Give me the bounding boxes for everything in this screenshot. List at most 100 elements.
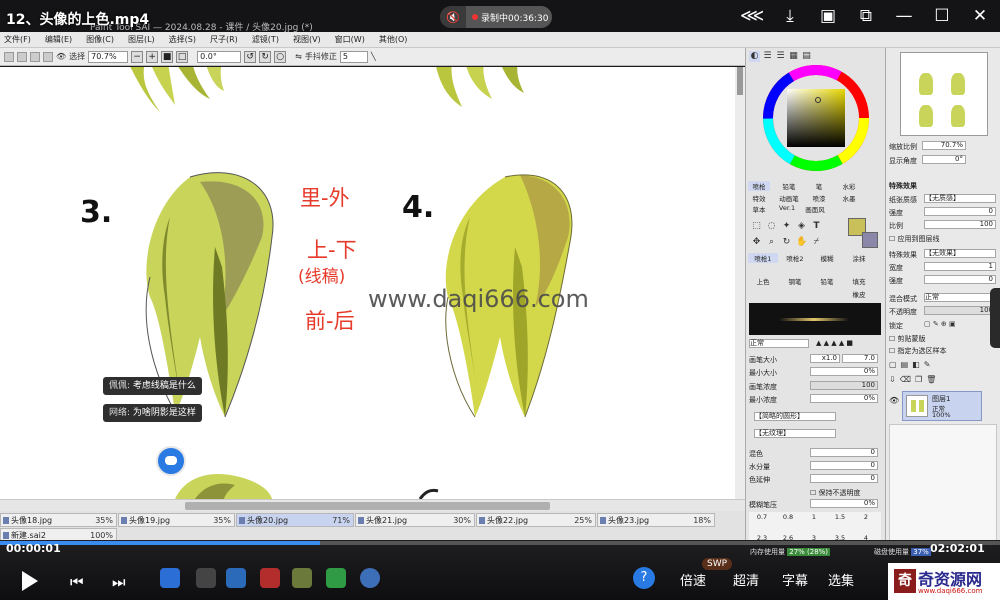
brush-tab[interactable]: 喷枪	[748, 181, 770, 191]
brush-airbrush1[interactable]: 喷枪1	[748, 253, 778, 263]
toolbar-swatch[interactable]	[30, 51, 40, 62]
toolbar-swatch[interactable]	[17, 51, 27, 62]
eye-icon[interactable]: 👁	[56, 52, 66, 61]
chat-button[interactable]	[156, 446, 186, 476]
brush-tab[interactable]: 喷漆	[808, 193, 830, 203]
zoom-in-button[interactable]: +	[146, 50, 159, 63]
brush-airbrush2[interactable]: 喷枪2	[780, 253, 810, 263]
edge-shape-select[interactable]: 【简略的圆形】	[754, 412, 836, 421]
rotation-field[interactable]: 0.0°	[197, 50, 242, 63]
side-panel-handle[interactable]	[990, 288, 1000, 348]
zoom-fit-button[interactable]: □	[176, 50, 189, 63]
size-preset[interactable]: 2	[855, 513, 877, 521]
apply-line-checkbox[interactable]: ☐ 应用到图层线	[889, 234, 940, 244]
stretch-field[interactable]: 0	[810, 474, 878, 483]
clip-mask-checkbox[interactable]: ☐ 剪贴蒙版	[889, 334, 926, 344]
pip-icon[interactable]: ⧉	[854, 4, 878, 28]
menu-edit[interactable]: 编辑(E)	[41, 34, 82, 45]
scratchpad-icon[interactable]: ▤	[801, 51, 812, 62]
tab-avatar23[interactable]: 头像23.jpg 18%	[597, 513, 715, 527]
strength2-field[interactable]: 0	[924, 275, 996, 284]
canvas-vertical-scrollbar[interactable]	[735, 67, 745, 499]
toolbar-swatch[interactable]	[43, 51, 53, 62]
screenshot-icon[interactable]: ▣	[816, 4, 840, 28]
brush-tab[interactable]: 画面风	[802, 204, 828, 214]
layer-mask-icon[interactable]: ◧	[912, 360, 924, 369]
scroll-thumb[interactable]	[737, 67, 743, 95]
size-preset[interactable]: 0.8	[777, 513, 799, 521]
brush-paint[interactable]: 上色	[748, 276, 778, 286]
lock-icons[interactable]: ▢ ✎ ⊕ ▣	[924, 320, 956, 328]
eyedropper-icon[interactable]: ⌿	[811, 237, 822, 248]
brush-blur[interactable]: 模糊	[812, 253, 842, 263]
clear-layer-icon[interactable]: ⌫	[900, 375, 915, 384]
video-progress-bar[interactable]	[0, 541, 1000, 545]
menu-window[interactable]: 窗口(W)	[331, 34, 375, 45]
quality-option[interactable]: 超清	[733, 570, 759, 589]
blend-mode-select[interactable]: 正常	[749, 339, 809, 348]
brush-tab[interactable]: 水墨	[838, 193, 860, 203]
brush-tab[interactable]: 笔	[808, 181, 830, 191]
swatch-icon[interactable]: ▦	[788, 51, 799, 62]
flip-icon[interactable]: ⇋	[295, 52, 302, 61]
keep-opacity-checkbox[interactable]: ☐ 保持不透明度	[810, 488, 861, 498]
text-tool-icon[interactable]: T	[811, 221, 822, 232]
brush-smudge[interactable]: 涂抹	[844, 253, 874, 263]
menu-select[interactable]: 选择(S)	[165, 34, 206, 45]
hand-icon[interactable]: ✋	[796, 237, 807, 248]
rotate-tool-icon[interactable]: ↻	[781, 237, 792, 248]
water-field[interactable]: 0	[810, 461, 878, 470]
rotate-cw-button[interactable]: ↻	[259, 50, 272, 63]
density-field[interactable]: 100	[810, 381, 878, 390]
brush-tab[interactable]: 水彩	[838, 181, 860, 191]
navigator-preview[interactable]	[900, 52, 988, 136]
toolbar-swatch[interactable]	[4, 51, 14, 62]
menu-view[interactable]: 视图(V)	[289, 34, 331, 45]
rotate-reset-button[interactable]: ○	[274, 50, 287, 63]
texture-select[interactable]: 【无纹理】	[754, 429, 836, 438]
tab-avatar20[interactable]: 头像20.jpg 71%	[236, 513, 354, 527]
brush-tab[interactable]: Ver.1	[774, 204, 800, 212]
prev-button[interactable]: ⏮	[70, 573, 84, 591]
taskbar-app-icon[interactable]	[196, 568, 216, 588]
minimize-icon[interactable]: —	[892, 4, 916, 28]
stabilizer-field[interactable]: 5	[339, 50, 368, 63]
zoom-tool-icon[interactable]: ⌕	[766, 237, 777, 248]
menu-image[interactable]: 图像(C)	[82, 34, 124, 45]
duplicate-layer-icon[interactable]: ❐	[915, 375, 926, 384]
merge-down-icon[interactable]: ⇩	[889, 375, 900, 384]
zoom-reset-button[interactable]: ■	[161, 50, 174, 63]
taskbar-app-icon[interactable]	[360, 568, 380, 588]
brush-tab[interactable]: 草本	[748, 204, 770, 214]
rotate-ccw-button[interactable]: ↺	[244, 50, 257, 63]
scroll-thumb[interactable]	[185, 502, 550, 510]
line-tool-icon[interactable]: ╲	[371, 52, 376, 61]
share-icon[interactable]: ⋘	[740, 4, 764, 28]
tab-avatar18[interactable]: 头像18.jpg 35%	[0, 513, 117, 527]
move-icon[interactable]: ✥	[751, 237, 762, 248]
canvas-horizontal-scrollbar[interactable]	[0, 499, 745, 511]
vector-layer-icon[interactable]: ✎	[924, 360, 935, 369]
tab-avatar19[interactable]: 头像19.jpg 35%	[118, 513, 235, 527]
brush-fill[interactable]: 填充	[844, 276, 874, 286]
tab-avatar22[interactable]: 头像22.jpg 25%	[476, 513, 596, 527]
lasso-icon[interactable]: ◌	[766, 221, 777, 232]
color-wheel-mode-icon[interactable]: ◐	[749, 51, 760, 62]
layer-opacity-field[interactable]: 100	[924, 306, 996, 315]
new-folder-icon[interactable]: ▤	[901, 360, 913, 369]
close-icon[interactable]: ✕	[968, 4, 992, 28]
speed-option[interactable]: 倍速	[680, 570, 706, 589]
menu-other[interactable]: 其他(O)	[375, 34, 418, 45]
paper-select[interactable]: 【无质感】	[924, 194, 996, 203]
subtitle-option[interactable]: 字幕	[782, 570, 808, 589]
play-button[interactable]	[22, 571, 38, 591]
blend-field[interactable]: 0	[810, 448, 878, 457]
background-color[interactable]	[862, 232, 878, 248]
next-button[interactable]: ⏭	[112, 573, 126, 591]
download-icon[interactable]: ⤓	[778, 4, 802, 28]
brush-pen[interactable]: 钢笔	[780, 276, 810, 286]
scale-field[interactable]: 100	[924, 220, 996, 229]
strength-field[interactable]: 0	[924, 207, 996, 216]
brush-size-field[interactable]: 7.0	[842, 354, 878, 363]
menu-filter[interactable]: 滤镜(T)	[248, 34, 289, 45]
